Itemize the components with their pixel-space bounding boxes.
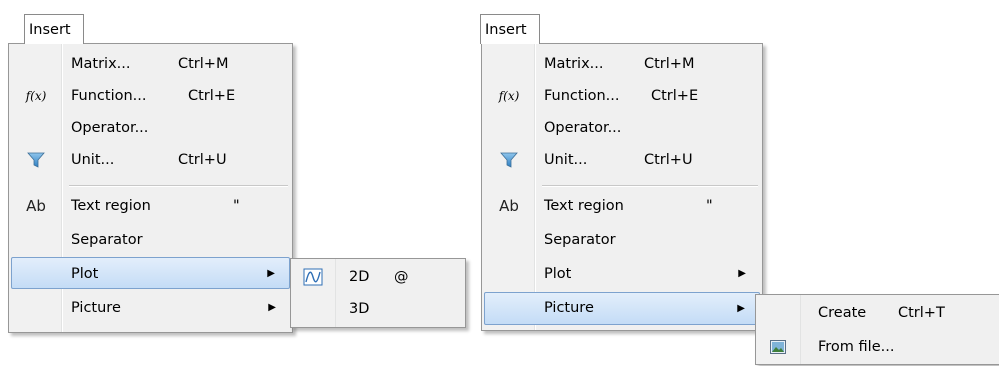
menu-item-label: Text region (71, 198, 151, 214)
menu-item-label: Operator... (544, 120, 622, 136)
menu-item-unit[interactable]: Unit... Ctrl+U (484, 144, 760, 176)
menu-item-separator[interactable]: Separator (11, 224, 290, 256)
submenu-item-2d[interactable]: 2D @ (293, 261, 463, 293)
unit-funnel-icon (484, 144, 534, 176)
menu-item-shortcut: " (233, 198, 240, 214)
plot-submenu: 2D @ 3D (290, 258, 466, 328)
menu-separator (542, 185, 758, 187)
menu-item-label: Text region (544, 198, 624, 214)
submenu-arrow-icon: ▶ (737, 303, 745, 314)
submenu-item-3d[interactable]: 3D (293, 293, 463, 325)
menu-item-shortcut: Ctrl+E (651, 88, 699, 104)
text-region-icon: Ab (26, 197, 46, 215)
function-icon: f(x) (498, 89, 520, 103)
insert-menu-panel-plot: Insert Matrix... Ctrl+M f(x) Function...… (0, 0, 470, 365)
menu-item-picture[interactable]: Picture ▶ (484, 292, 760, 325)
menu-item-shortcut: Ctrl+U (644, 152, 693, 168)
function-icon: f(x) (25, 89, 47, 103)
submenu-item-label: 3D (349, 301, 370, 317)
submenu-arrow-icon: ▶ (267, 268, 275, 279)
menu-item-label: Picture (544, 300, 594, 316)
menu-item-function[interactable]: f(x) Function... Ctrl+E (484, 80, 760, 112)
submenu-item-shortcut: @ (394, 269, 409, 285)
menu-item-shortcut: Ctrl+U (178, 152, 227, 168)
picture-icon (758, 331, 798, 363)
menu-item-label: Matrix... (71, 56, 131, 72)
text-region-icon: Ab (499, 197, 519, 215)
submenu-item-from-file[interactable]: From file... (758, 331, 997, 363)
menu-item-separator[interactable]: Separator (484, 224, 760, 256)
menu-separator (69, 185, 288, 187)
submenu-item-label: From file... (818, 339, 895, 355)
menu-item-matrix[interactable]: Matrix... Ctrl+M (11, 48, 290, 80)
picture-submenu: Create Ctrl+T From file... (755, 294, 999, 365)
menu-item-operator[interactable]: Operator... (11, 112, 290, 144)
menu-item-label: Matrix... (544, 56, 604, 72)
unit-funnel-icon (11, 144, 61, 176)
menu-item-shortcut: Ctrl+E (188, 88, 236, 104)
insert-menu-button[interactable]: Insert (480, 14, 540, 44)
insert-menu-panel-picture: Insert Matrix... Ctrl+M f(x) Function...… (475, 0, 999, 365)
menu-item-shortcut: " (706, 198, 713, 214)
plot-2d-icon (293, 261, 333, 293)
insert-dropdown-menu: Matrix... Ctrl+M f(x) Function... Ctrl+E… (481, 43, 763, 331)
menu-item-plot[interactable]: Plot ▶ (484, 258, 760, 290)
menu-item-shortcut: Ctrl+M (178, 56, 229, 72)
menu-item-matrix[interactable]: Matrix... Ctrl+M (484, 48, 760, 80)
menu-item-label: Operator... (71, 120, 149, 136)
menu-item-label: Function... (71, 88, 147, 104)
insert-menu-button[interactable]: Insert (24, 14, 84, 44)
menu-item-text-region[interactable]: Ab Text region " (11, 190, 290, 222)
menu-item-text-region[interactable]: Ab Text region " (484, 190, 760, 222)
submenu-item-label: 2D (349, 269, 370, 285)
menu-item-label: Picture (71, 300, 121, 316)
menu-item-operator[interactable]: Operator... (484, 112, 760, 144)
submenu-arrow-icon: ▶ (268, 302, 276, 313)
menu-item-function[interactable]: f(x) Function... Ctrl+E (11, 80, 290, 112)
submenu-item-create[interactable]: Create Ctrl+T (758, 297, 997, 329)
menu-item-label: Unit... (544, 152, 588, 168)
menu-item-label: Unit... (71, 152, 115, 168)
menu-item-label: Plot (544, 266, 572, 282)
menu-item-label: Function... (544, 88, 620, 104)
menu-item-shortcut: Ctrl+M (644, 56, 695, 72)
submenu-item-shortcut: Ctrl+T (898, 305, 945, 321)
menu-item-label: Plot (71, 266, 99, 282)
menu-item-unit[interactable]: Unit... Ctrl+U (11, 144, 290, 176)
menu-item-label: Separator (71, 232, 143, 248)
menu-item-picture[interactable]: Picture ▶ (11, 292, 290, 324)
menu-item-plot[interactable]: Plot ▶ (11, 257, 290, 289)
insert-dropdown-menu: Matrix... Ctrl+M f(x) Function... Ctrl+E… (8, 43, 293, 333)
submenu-arrow-icon: ▶ (738, 268, 746, 279)
submenu-item-label: Create (818, 305, 867, 321)
menu-item-label: Separator (544, 232, 616, 248)
